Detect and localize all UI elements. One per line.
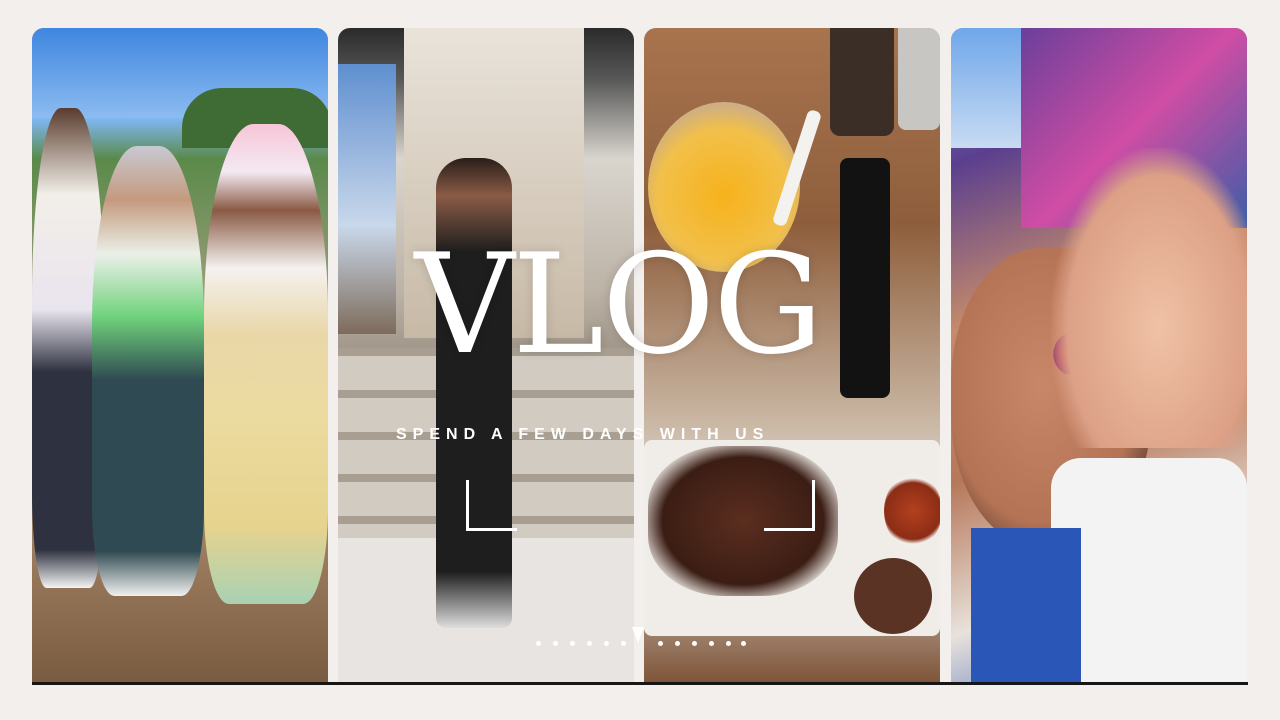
dot	[536, 641, 541, 646]
blue-shirt	[971, 528, 1081, 682]
photo-panel-kids	[32, 28, 328, 682]
kid-3	[204, 124, 328, 604]
sauce-bowl	[884, 474, 940, 548]
vlog-subtitle: SPEND A FEW DAYS WITH US	[396, 426, 770, 443]
dot	[587, 641, 592, 646]
sky-corner	[951, 28, 1021, 148]
dot	[621, 641, 626, 646]
dot	[658, 641, 663, 646]
bottom-border	[32, 682, 1248, 685]
dot	[553, 641, 558, 646]
dot	[692, 641, 697, 646]
vlog-title: VLOG	[414, 224, 824, 385]
pepper-grinder	[830, 28, 894, 136]
dot	[709, 641, 714, 646]
salt-grinder	[898, 28, 940, 130]
dot	[741, 641, 746, 646]
photo-panel-child	[951, 28, 1247, 682]
play-marker-icon	[632, 627, 644, 643]
bread-roll	[854, 558, 932, 634]
kid-2	[92, 146, 204, 596]
frame-corner-right	[764, 480, 815, 531]
dot	[604, 641, 609, 646]
dot	[675, 641, 680, 646]
dot	[726, 641, 731, 646]
dot	[570, 641, 575, 646]
child-hand	[1051, 148, 1247, 448]
frame-corner-left	[466, 480, 517, 531]
